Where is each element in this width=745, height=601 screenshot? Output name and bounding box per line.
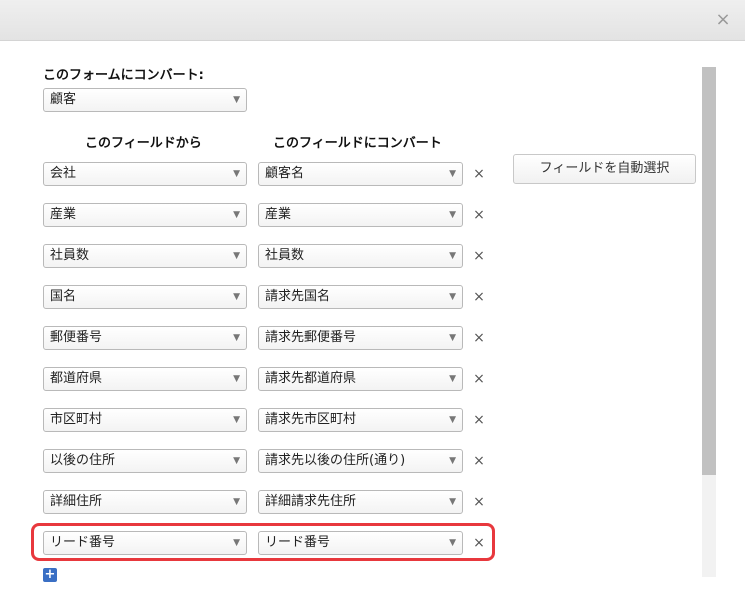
from-field-select[interactable]: 郵便番号 ▼	[43, 326, 247, 350]
to-field-select-value: 詳細請求先住所	[265, 494, 357, 509]
chevron-down-icon: ▼	[449, 169, 456, 179]
remove-row-icon[interactable]: ×	[472, 413, 486, 427]
add-row-button[interactable]: +	[43, 568, 57, 582]
remove-row-icon[interactable]: ×	[472, 167, 486, 181]
remove-row-icon[interactable]: ×	[472, 454, 486, 468]
to-field-select[interactable]: 請求先以後の住所(通り) ▼	[258, 449, 463, 473]
from-field-select-value: 市区町村	[50, 412, 103, 427]
chevron-down-icon: ▼	[449, 210, 456, 220]
to-field-select-value: 顧客名	[265, 166, 305, 181]
to-field-select-value: 請求先市区町村	[265, 412, 357, 427]
chevron-down-icon: ▼	[233, 415, 240, 425]
from-field-select[interactable]: 市区町村 ▼	[43, 408, 247, 432]
chevron-down-icon: ▼	[449, 497, 456, 507]
to-column-header: このフィールドにコンバート	[273, 136, 442, 151]
from-field-select-value: 産業	[50, 207, 77, 222]
from-field-select-value: 都道府県	[50, 371, 103, 386]
chevron-down-icon: ▼	[233, 374, 240, 384]
highlight-box	[31, 523, 495, 561]
to-field-select[interactable]: 請求先都道府県 ▼	[258, 367, 463, 391]
from-field-select[interactable]: 詳細住所 ▼	[43, 490, 247, 514]
auto-select-fields-button[interactable]: フィールドを自動選択	[513, 154, 696, 184]
chevron-down-icon: ▼	[233, 95, 240, 105]
to-field-select[interactable]: 顧客名 ▼	[258, 162, 463, 186]
to-field-select-value: 請求先以後の住所(通り)	[265, 453, 406, 468]
from-field-select[interactable]: 国名 ▼	[43, 285, 247, 309]
from-field-select-value: 会社	[50, 166, 77, 181]
to-field-select[interactable]: 詳細請求先住所 ▼	[258, 490, 463, 514]
remove-row-icon[interactable]: ×	[472, 372, 486, 386]
to-field-select[interactable]: 産業 ▼	[258, 203, 463, 227]
chevron-down-icon: ▼	[233, 333, 240, 343]
from-field-select-value: 詳細住所	[50, 494, 103, 509]
remove-row-icon[interactable]: ×	[472, 495, 486, 509]
dialog-titlebar: ×	[0, 0, 745, 41]
from-field-select[interactable]: 都道府県 ▼	[43, 367, 247, 391]
chevron-down-icon: ▼	[233, 210, 240, 220]
from-field-select-value: 以後の住所	[50, 453, 116, 468]
convert-form-value: 顧客	[50, 92, 77, 107]
chevron-down-icon: ▼	[233, 497, 240, 507]
from-field-select[interactable]: 社員数 ▼	[43, 244, 247, 268]
remove-row-icon[interactable]: ×	[472, 290, 486, 304]
remove-row-icon[interactable]: ×	[472, 208, 486, 222]
chevron-down-icon: ▼	[233, 456, 240, 466]
chevron-down-icon: ▼	[233, 251, 240, 261]
chevron-down-icon: ▼	[449, 374, 456, 384]
chevron-down-icon: ▼	[449, 415, 456, 425]
from-field-select[interactable]: 産業 ▼	[43, 203, 247, 227]
convert-dialog: × このフォームにコンバート: 顧客 ▼ このフィールドから このフィールドにコ…	[0, 0, 745, 601]
to-field-select[interactable]: 請求先国名 ▼	[258, 285, 463, 309]
to-field-select[interactable]: 社員数 ▼	[258, 244, 463, 268]
chevron-down-icon: ▼	[449, 456, 456, 466]
to-field-select-value: 請求先都道府県	[265, 371, 357, 386]
chevron-down-icon: ▼	[233, 292, 240, 302]
chevron-down-icon: ▼	[449, 292, 456, 302]
to-field-select-value: 社員数	[265, 248, 305, 263]
from-field-select-value: 社員数	[50, 248, 90, 263]
convert-form-label: このフォームにコンバート:	[43, 68, 204, 83]
to-field-select-value: 産業	[265, 207, 292, 222]
convert-form-select[interactable]: 顧客 ▼	[43, 88, 247, 112]
to-field-select-value: 請求先国名	[265, 289, 331, 304]
to-field-select-value: 請求先郵便番号	[265, 330, 357, 345]
close-icon[interactable]: ×	[713, 10, 733, 30]
from-column-header: このフィールドから	[85, 136, 202, 151]
chevron-down-icon: ▼	[233, 169, 240, 179]
from-field-select[interactable]: 会社 ▼	[43, 162, 247, 186]
chevron-down-icon: ▼	[449, 251, 456, 261]
from-field-select[interactable]: 以後の住所 ▼	[43, 449, 247, 473]
chevron-down-icon: ▼	[449, 333, 456, 343]
remove-row-icon[interactable]: ×	[472, 331, 486, 345]
from-field-select-value: 郵便番号	[50, 330, 103, 345]
scrollbar-thumb[interactable]	[702, 67, 716, 475]
to-field-select[interactable]: 請求先郵便番号 ▼	[258, 326, 463, 350]
from-field-select-value: 国名	[50, 289, 77, 304]
to-field-select[interactable]: 請求先市区町村 ▼	[258, 408, 463, 432]
remove-row-icon[interactable]: ×	[472, 249, 486, 263]
